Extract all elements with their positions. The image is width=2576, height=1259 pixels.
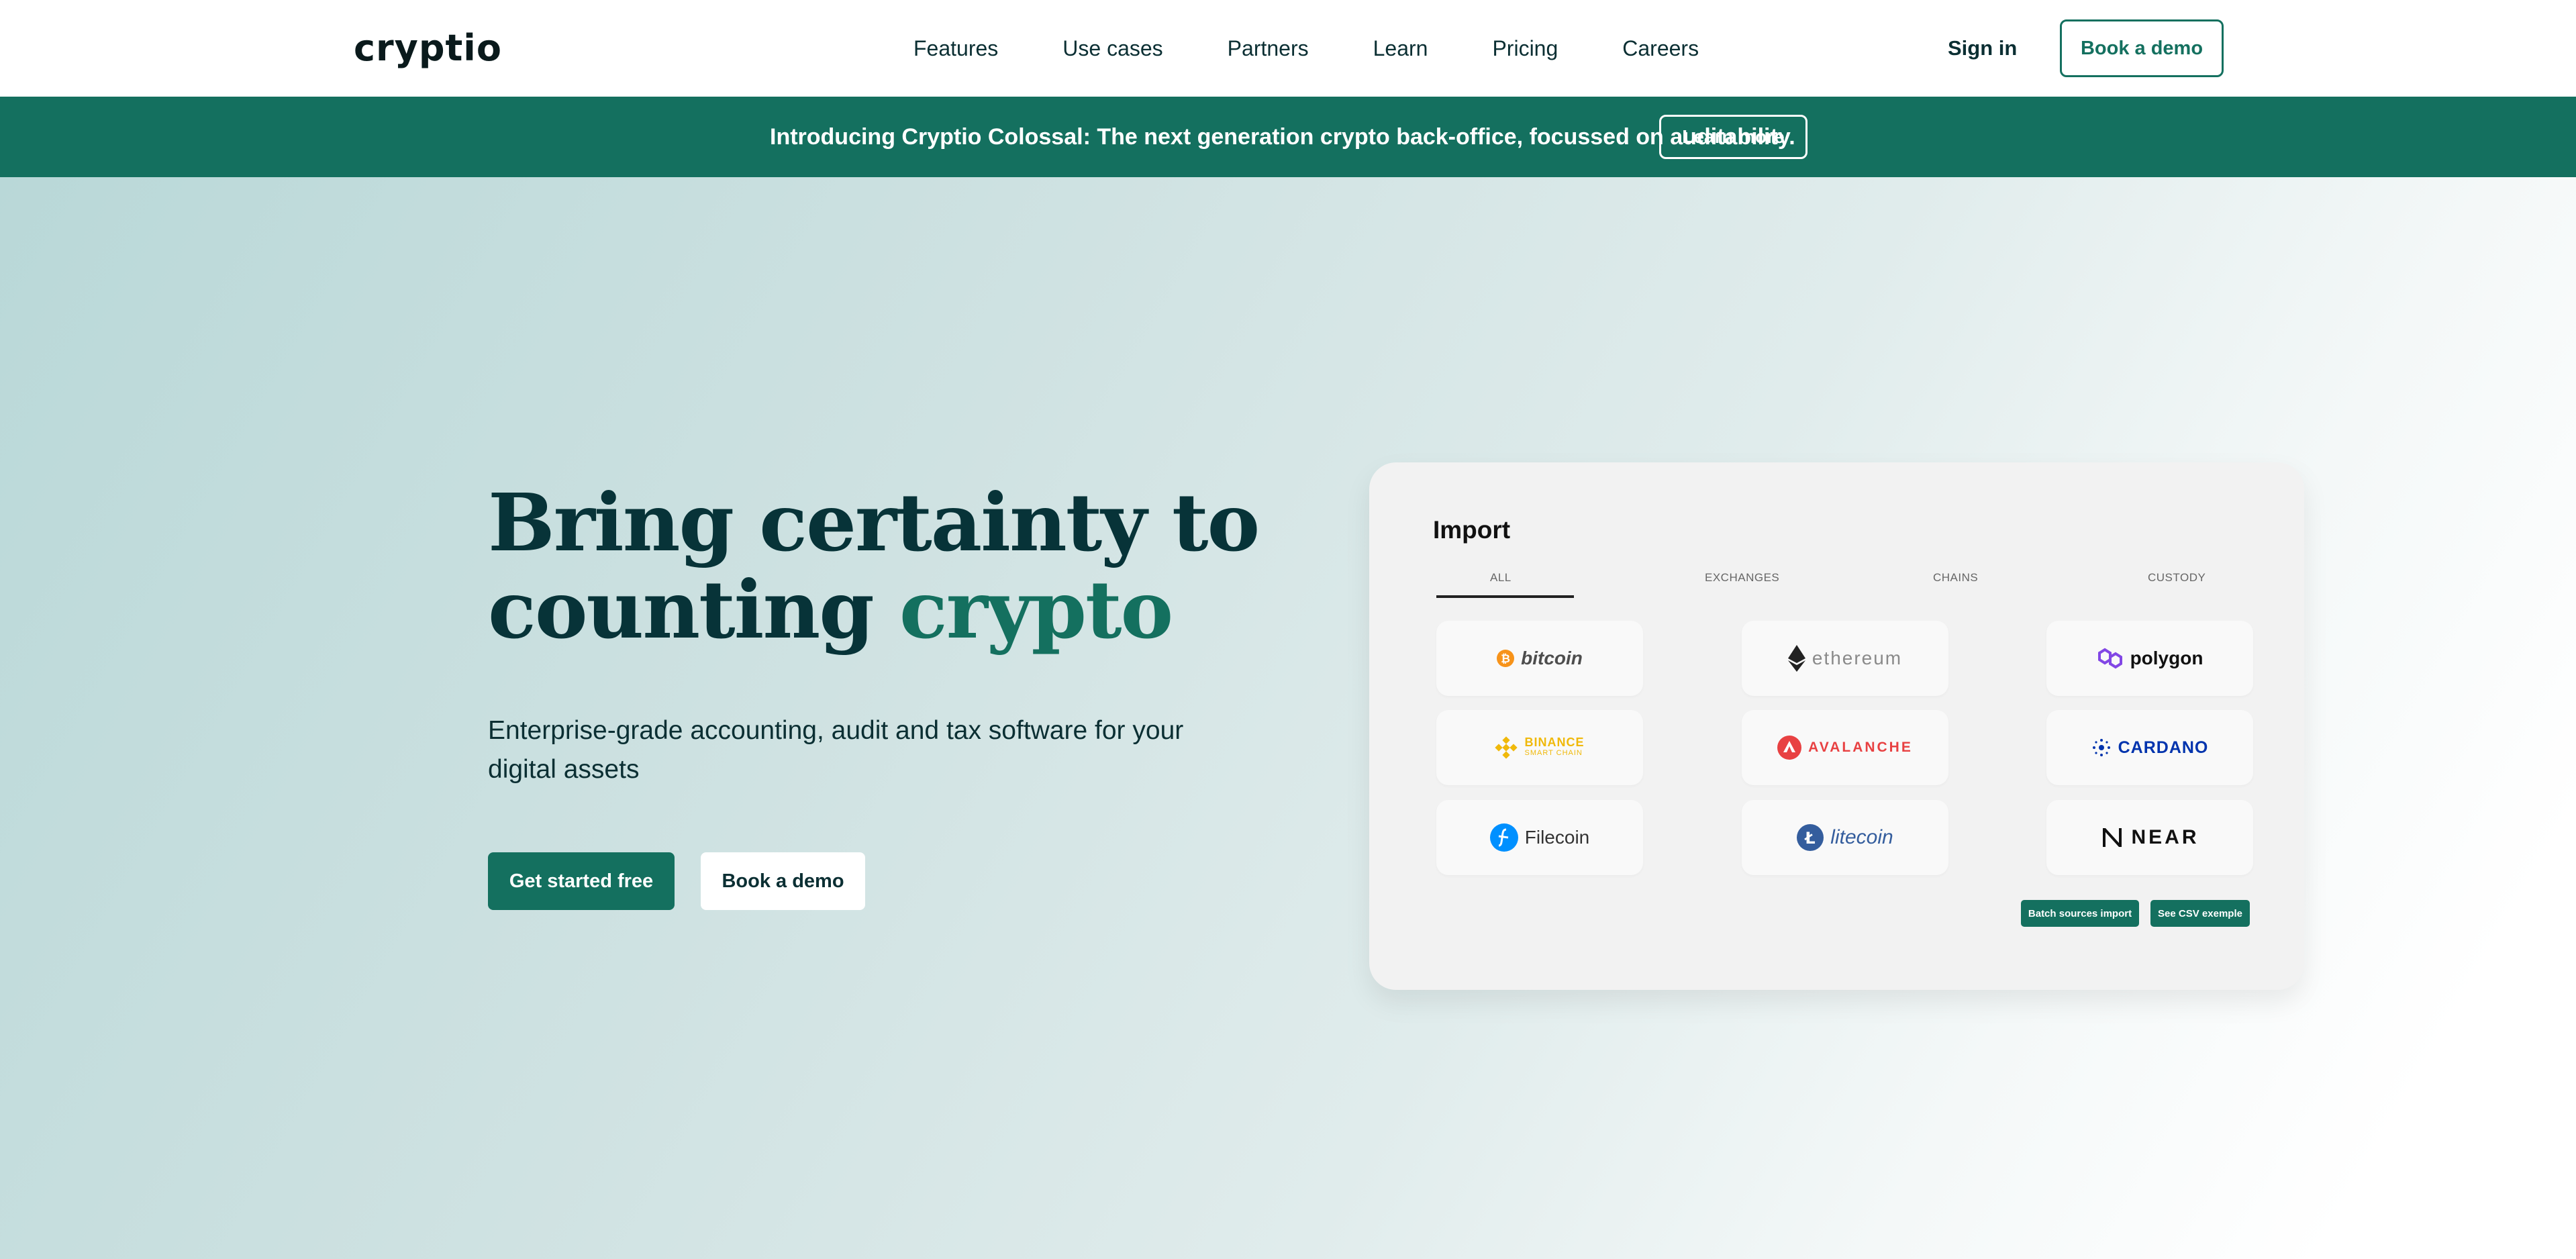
avalanche-icon (1777, 736, 1802, 760)
nav-partners[interactable]: Partners (1228, 35, 1309, 62)
ethereum-icon (1787, 645, 1805, 672)
hero-headline: Bring certainty to counting crypto (488, 476, 1260, 656)
nav-features[interactable]: Features (913, 35, 998, 62)
source-label: BINANCE (1524, 736, 1585, 749)
tab-all[interactable]: ALL (1490, 571, 1512, 585)
site-header: cryptio Features Use cases Partners Lear… (0, 0, 2576, 97)
import-card: Import ALL EXCHANGES CHAINS CUSTODY ₿ bi… (1369, 462, 2304, 990)
get-started-free-button[interactable]: Get started free (488, 852, 675, 910)
nav-use-cases[interactable]: Use cases (1062, 35, 1162, 62)
active-tab-indicator (1436, 595, 1574, 598)
learn-more-button[interactable]: Learn more (1659, 115, 1807, 159)
import-tabs: ALL EXCHANGES CHAINS CUSTODY (1436, 571, 2282, 601)
source-tile-bitcoin[interactable]: ₿ bitcoin (1436, 621, 1643, 696)
nav-learn[interactable]: Learn (1373, 35, 1428, 62)
hero-book-demo-button[interactable]: Book a demo (701, 852, 865, 910)
tab-chains[interactable]: CHAINS (1933, 571, 1978, 585)
source-label: litecoin (1830, 826, 1893, 848)
tab-custody[interactable]: CUSTODY (2148, 571, 2206, 585)
source-label: NEAR (2131, 826, 2199, 848)
polygon-icon (2097, 648, 2122, 669)
batch-sources-import-button[interactable]: Batch sources import (2021, 900, 2139, 927)
nav-careers[interactable]: Careers (1622, 35, 1699, 62)
tab-exchanges[interactable]: EXCHANGES (1705, 571, 1779, 585)
announcement-banner: Introducing Cryptio Colossal: The next g… (0, 97, 2576, 177)
svg-text:₿: ₿ (1501, 652, 1510, 666)
headline-line-2: counting (488, 563, 899, 656)
binance-icon (1495, 736, 1518, 759)
filecoin-icon (1489, 823, 1518, 852)
source-tile-binance[interactable]: BINANCE SMART CHAIN (1436, 710, 1643, 785)
source-label: ethereum (1812, 648, 1903, 668)
source-tile-litecoin[interactable]: Ł litecoin (1742, 800, 1948, 875)
cryptio-logo[interactable]: cryptio (354, 27, 502, 69)
import-title: Import (1433, 516, 1511, 544)
source-label: bitcoin (1521, 648, 1583, 668)
source-tile-cardano[interactable]: CARDANO (2046, 710, 2253, 785)
binance-wordmark: BINANCE SMART CHAIN (1524, 736, 1585, 758)
litecoin-icon: Ł (1797, 824, 1824, 851)
source-sublabel: SMART CHAIN (1524, 749, 1583, 757)
svg-text:Ł: Ł (1804, 829, 1816, 848)
banner-text: Introducing Cryptio Colossal: The next g… (770, 124, 1795, 150)
cardano-icon (2092, 739, 2110, 756)
see-csv-example-button[interactable]: See CSV exemple (2150, 900, 2250, 927)
source-tile-filecoin[interactable]: Filecoin (1436, 800, 1643, 875)
source-label: CARDANO (2118, 738, 2209, 757)
headline-line-1: Bring certainty to (488, 476, 1260, 569)
bitcoin-icon: ₿ (1497, 650, 1515, 667)
nav-pricing[interactable]: Pricing (1492, 35, 1558, 62)
headline-accent: crypto (899, 563, 1173, 656)
sign-in-link[interactable]: Sign in (1948, 35, 2017, 62)
source-tile-avalanche[interactable]: AVALANCHE (1742, 710, 1948, 785)
source-label: Filecoin (1524, 827, 1590, 848)
near-icon (2103, 828, 2122, 847)
source-tile-polygon[interactable]: polygon (2046, 621, 2253, 696)
main-nav: Features Use cases Partners Learn Pricin… (913, 35, 1699, 62)
header-book-demo-button[interactable]: Book a demo (2060, 19, 2224, 77)
source-label: AVALANCHE (1808, 740, 1913, 755)
source-label: polygon (2130, 648, 2203, 668)
hero-subheading: Enterprise-grade accounting, audit and t… (488, 716, 1184, 784)
hero-section: Bring certainty to counting crypto Enter… (0, 177, 2576, 1259)
source-tile-near[interactable]: NEAR (2046, 800, 2253, 875)
source-tile-ethereum[interactable]: ethereum (1742, 621, 1948, 696)
